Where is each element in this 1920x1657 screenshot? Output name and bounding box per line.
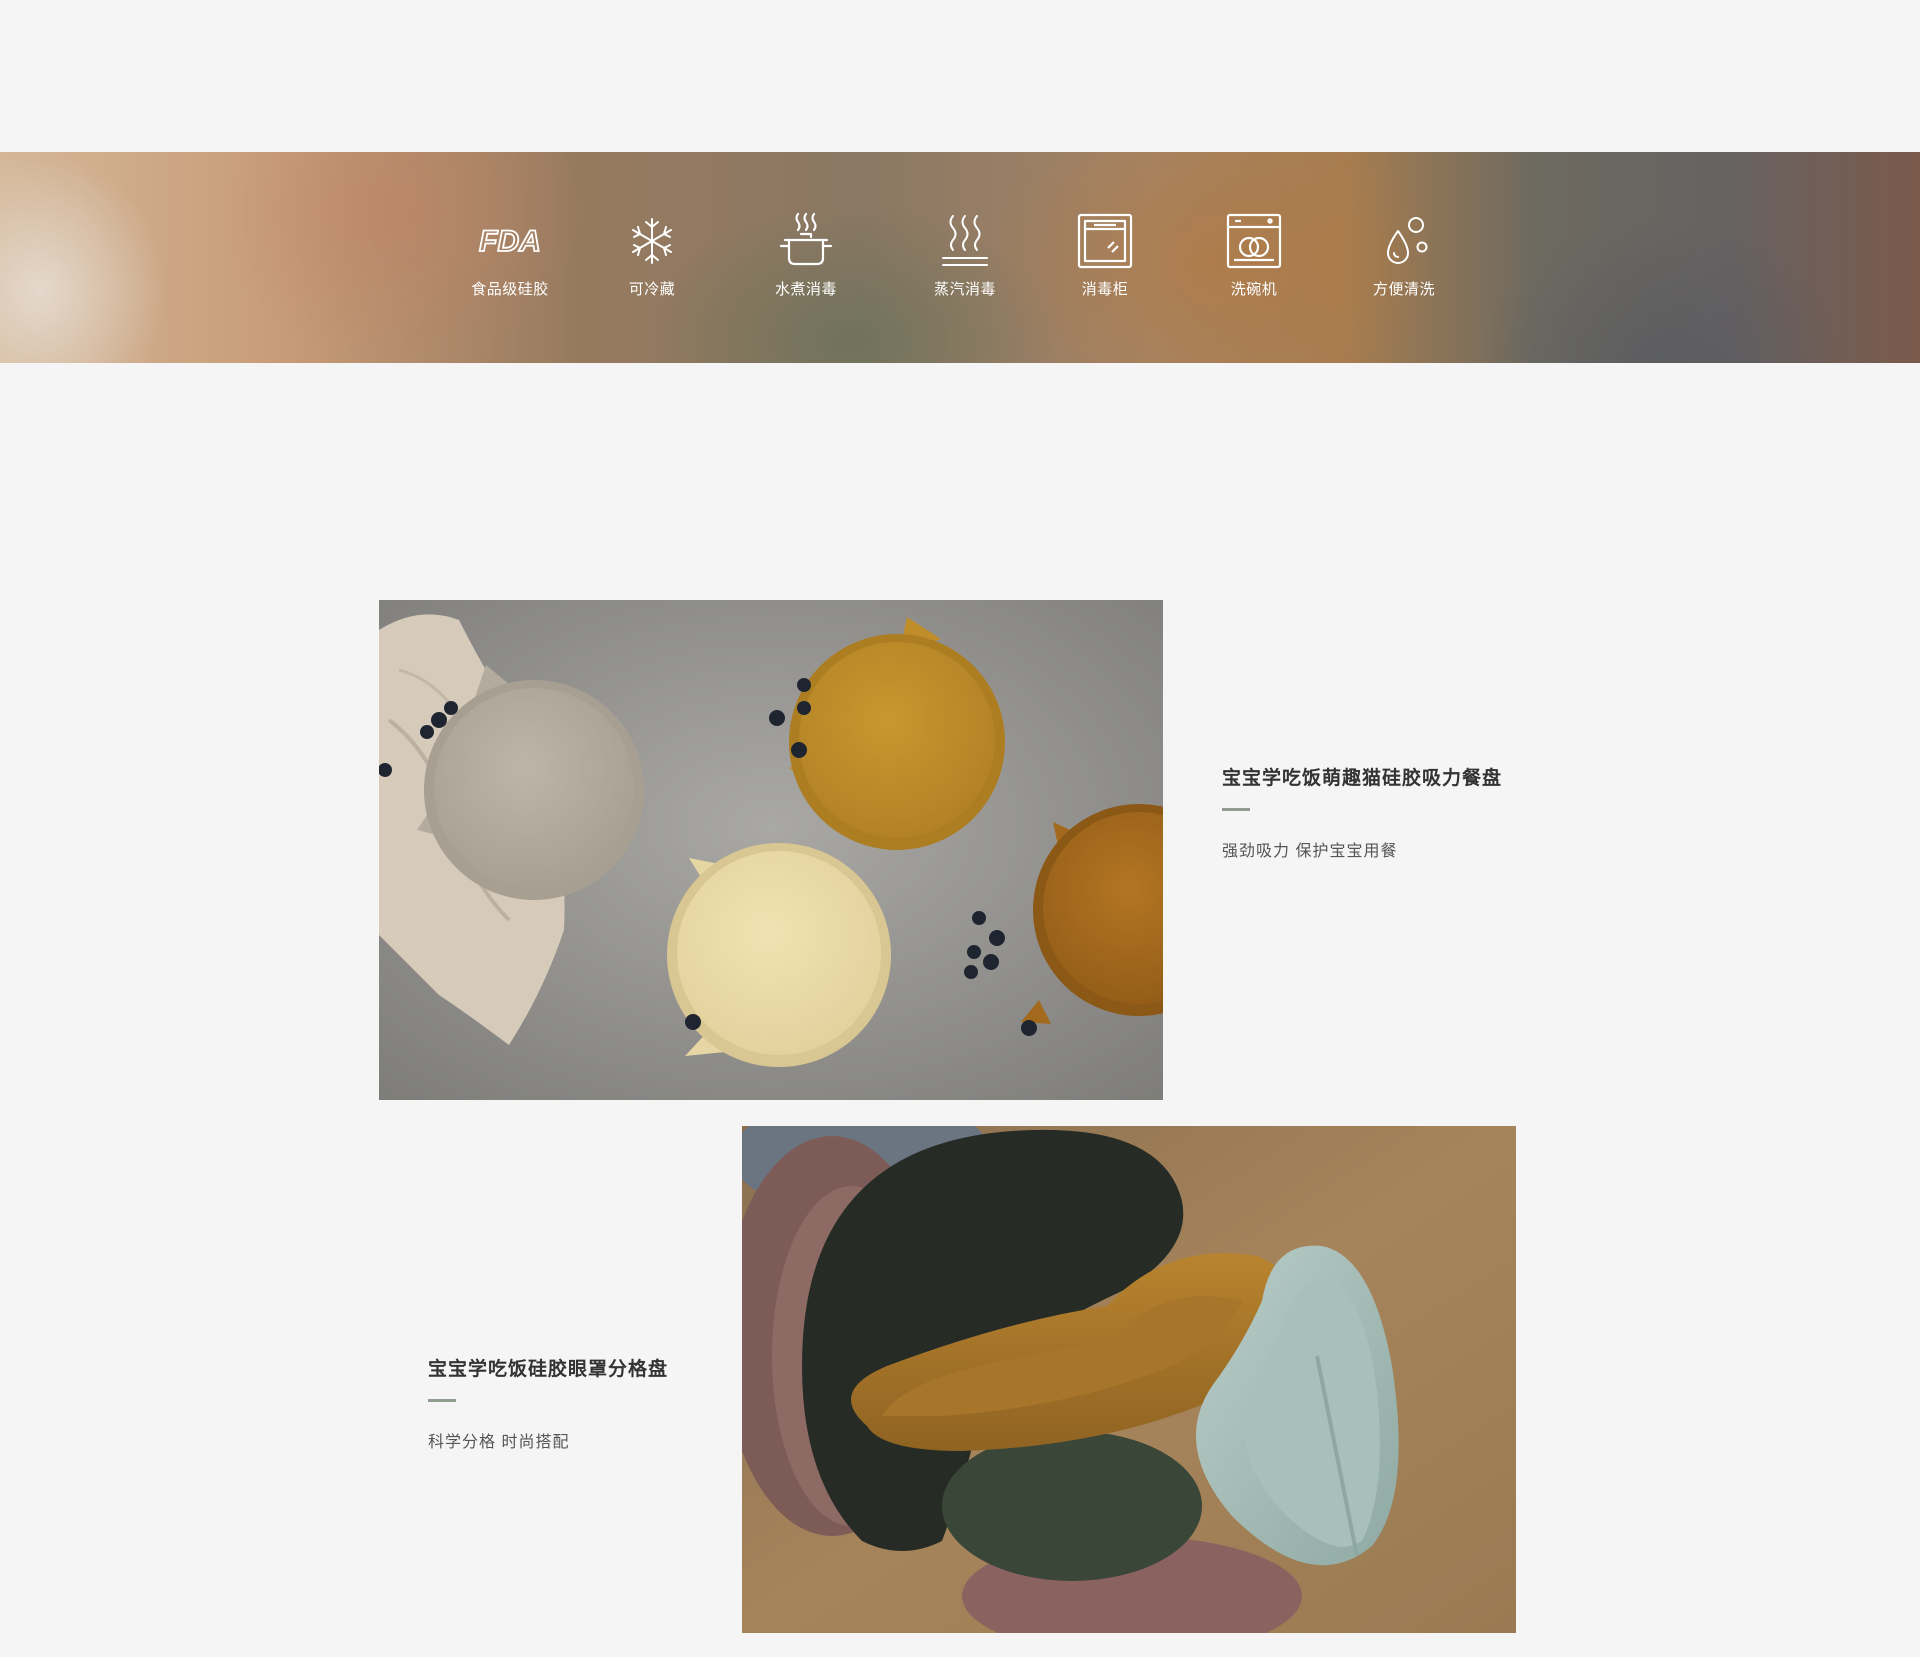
- cat-plates-photo: [379, 600, 1163, 1100]
- feature-label: 蒸汽消毒: [933, 281, 996, 298]
- divided-plates-photo: [742, 1126, 1516, 1633]
- fda-logo-text: FDA: [479, 225, 541, 258]
- accent-divider: [428, 1399, 456, 1402]
- feature-item-steam: 蒸汽消毒: [905, 210, 1025, 299]
- feature-label: 消毒柜: [1081, 281, 1129, 298]
- feature-label: 方便清洗: [1372, 281, 1435, 298]
- accent-divider: [1222, 808, 1250, 811]
- product-title: 宝宝学吃饭硅胶眼罩分格盘: [428, 1359, 669, 1380]
- water-drops-icon: [1344, 210, 1464, 272]
- fda-icon: FDA: [450, 210, 570, 272]
- feature-label: 食品级硅胶: [471, 281, 549, 298]
- product-subtitle: 科学分格 时尚搭配: [428, 1434, 570, 1451]
- product-subtitle: 强劲吸力 保护宝宝用餐: [1222, 843, 1398, 860]
- dishwasher-icon: [1194, 210, 1314, 272]
- snowflake-icon: [592, 210, 712, 272]
- feature-item-freezer: 可冷藏: [592, 210, 712, 299]
- feature-item-boil: 水煮消毒: [746, 210, 866, 299]
- product-title: 宝宝学吃饭萌趣猫硅胶吸力餐盘: [1222, 768, 1503, 789]
- steam-icon: [905, 210, 1025, 272]
- feature-item-sterilizer: 消毒柜: [1045, 210, 1165, 299]
- boiling-pot-icon: [746, 210, 866, 272]
- feature-label: 水煮消毒: [774, 281, 837, 298]
- feature-item-dishwasher: 洗碗机: [1194, 210, 1314, 299]
- feature-label: 可冷藏: [628, 281, 676, 298]
- features-banner: FDA 食品级硅胶 可冷藏 水煮消毒 蒸汽消毒 消毒柜 洗碗机 方便清洗: [0, 152, 1920, 363]
- product-info-divided-plate: 宝宝学吃饭硅胶眼罩分格盘 科学分格 时尚搭配: [428, 1354, 668, 1452]
- product-info-cat-plate: 宝宝学吃饭萌趣猫硅胶吸力餐盘 强劲吸力 保护宝宝用餐: [1222, 763, 1502, 861]
- feature-item-easy-clean: 方便清洗: [1344, 210, 1464, 299]
- feature-item-fda: FDA 食品级硅胶: [450, 210, 570, 299]
- feature-label: 洗碗机: [1230, 281, 1278, 298]
- sterilizer-cabinet-icon: [1045, 210, 1165, 272]
